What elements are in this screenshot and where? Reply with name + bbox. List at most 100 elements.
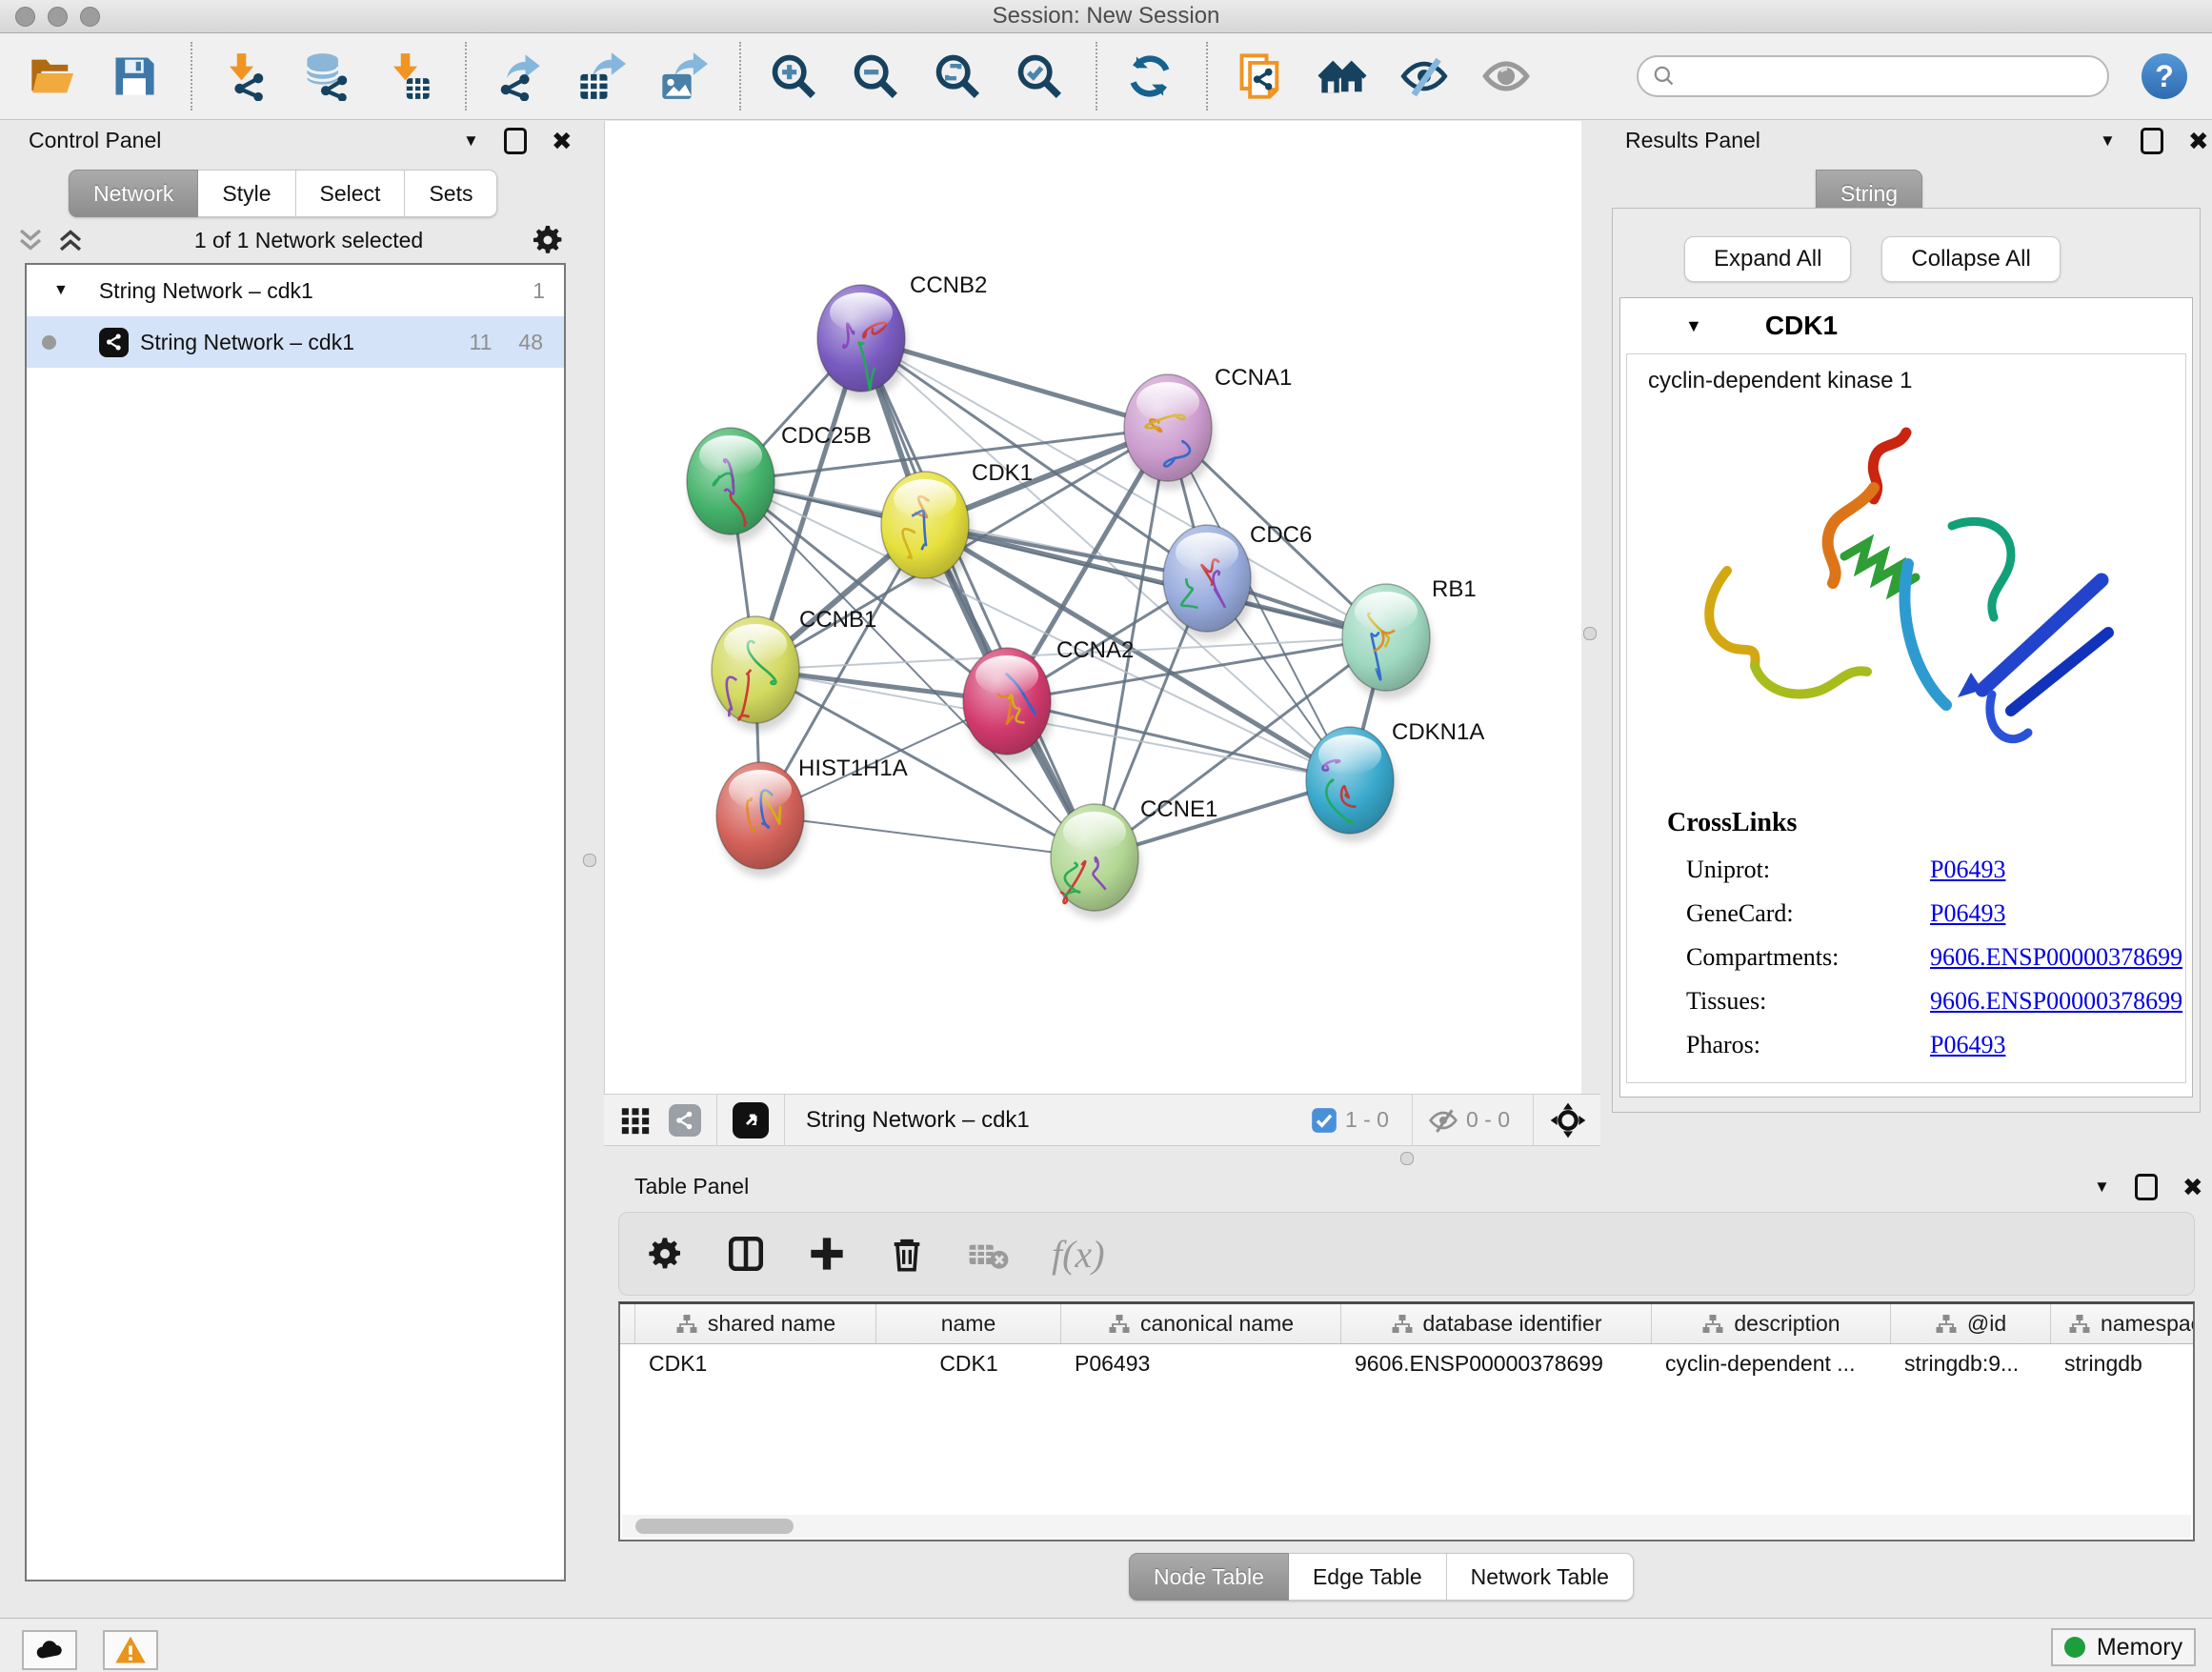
table-cell-description[interactable]: cyclin-dependent ... (1652, 1344, 1891, 1382)
hidden-eye-icon[interactable] (1428, 1105, 1458, 1136)
network-node-ccnb1[interactable] (712, 616, 802, 732)
crosslink-link[interactable]: P06493 (1930, 899, 2005, 928)
tab-network[interactable]: Network (69, 170, 198, 217)
network-node-ccna2[interactable] (963, 648, 1054, 763)
selected-checkbox-icon[interactable] (1311, 1107, 1337, 1134)
crosslink-link[interactable]: 9606.ENSP00000378699 (1930, 943, 2182, 972)
memory-button[interactable]: Memory (2051, 1628, 2196, 1666)
crosslink-link[interactable]: 9606.ENSP00000378699 (1930, 987, 2182, 1016)
tree-disclosure-icon[interactable]: ▼ (53, 282, 69, 299)
table-cell-namespace[interactable]: stringdb (2051, 1344, 2195, 1382)
export-network-button[interactable] (493, 50, 545, 102)
network-node-cdkn1a[interactable] (1306, 727, 1397, 842)
delete-table-button[interactable] (968, 1233, 1010, 1275)
function-builder-button[interactable]: f(x) (1052, 1232, 1105, 1277)
column-header-canonical-name[interactable]: canonical name (1061, 1304, 1341, 1343)
crosslink-link[interactable]: P06493 (1930, 1031, 2005, 1059)
network-canvas[interactable]: CCNB2CCNA1CDC25BCDK1CDC6RB1CCNB1CCNA2CDK… (604, 121, 1581, 1094)
warnings-button[interactable] (103, 1630, 158, 1670)
right-splitter-handle[interactable] (1583, 627, 1597, 640)
table-cell-database-identifier[interactable]: 9606.ENSP00000378699 (1341, 1344, 1652, 1382)
network-edge[interactable] (1007, 701, 1350, 780)
table-cell--id[interactable]: stringdb:9... (1891, 1344, 2051, 1382)
network-edge[interactable] (760, 816, 1095, 857)
column-header-namespace[interactable]: namespace (2051, 1304, 2195, 1343)
horizontal-splitter[interactable] (572, 1147, 2212, 1168)
table-tab-edge-table[interactable]: Edge Table (1289, 1553, 1447, 1601)
first-neighbors-button[interactable] (1317, 50, 1368, 102)
show-columns-button[interactable] (726, 1234, 766, 1274)
node-result-header[interactable]: ▼ CDK1 (1620, 298, 2192, 353)
network-node-ccna1[interactable] (1124, 374, 1215, 490)
collapse-all-button[interactable]: Collapse All (1881, 236, 2060, 282)
horizontal-scrollbar[interactable] (622, 1515, 2191, 1538)
table-row[interactable]: CDK1CDK1P064939606.ENSP00000378699cyclin… (620, 1344, 2193, 1382)
zoom-selected-button[interactable] (1014, 50, 1065, 102)
collapse-panel-icon[interactable]: ▼ (2094, 1178, 2110, 1197)
expand-all-button[interactable]: Expand All (1684, 236, 1851, 282)
close-panel-icon[interactable]: ✖ (2188, 131, 2209, 151)
save-session-button[interactable] (109, 50, 160, 102)
refresh-view-button[interactable] (1124, 50, 1176, 102)
zoom-fit-button[interactable] (932, 50, 983, 102)
export-table-button[interactable] (575, 50, 627, 102)
cloud-status-button[interactable] (22, 1630, 77, 1670)
network-collection-row[interactable]: ▼ String Network – cdk1 1 (27, 265, 564, 316)
tab-sets[interactable]: Sets (405, 170, 497, 217)
open-in-window-button[interactable] (733, 1102, 769, 1138)
hide-selected-button[interactable] (1398, 50, 1450, 102)
search-input[interactable] (1677, 62, 2061, 91)
chevron-down-icon[interactable]: ▼ (1685, 316, 1702, 336)
table-settings-button[interactable] (646, 1235, 684, 1273)
float-panel-icon[interactable] (2135, 1174, 2158, 1200)
expand-all-icon[interactable] (54, 224, 87, 256)
gear-icon[interactable] (531, 223, 565, 257)
import-network-database-button[interactable] (301, 50, 352, 102)
network-node-hist1h1a[interactable] (716, 762, 807, 877)
import-network-file-button[interactable] (219, 50, 271, 102)
open-session-button[interactable] (27, 50, 78, 102)
collapse-panel-icon[interactable]: ▼ (463, 131, 479, 151)
table-cell-canonical-name[interactable]: P06493 (1061, 1344, 1341, 1382)
close-panel-icon[interactable]: ✖ (2182, 1177, 2203, 1198)
collapse-all-icon[interactable] (14, 224, 47, 256)
close-panel-icon[interactable]: ✖ (552, 131, 573, 151)
tab-style[interactable]: Style (198, 170, 295, 217)
network-node-ccnb2[interactable] (817, 285, 908, 400)
network-row-selected[interactable]: String Network – cdk1 11 48 (27, 316, 564, 368)
column-header-database-identifier[interactable]: database identifier (1341, 1304, 1652, 1343)
zoom-out-button[interactable] (850, 50, 901, 102)
table-tab-network-table[interactable]: Network Table (1447, 1553, 1634, 1601)
column-header-description[interactable]: description (1652, 1304, 1891, 1343)
delete-column-button[interactable] (888, 1235, 926, 1273)
fit-content-crosshair-icon[interactable] (1549, 1101, 1587, 1139)
add-column-button[interactable] (808, 1235, 846, 1273)
table-cell-shared-name[interactable]: CDK1 (635, 1344, 876, 1382)
network-node-cdk1[interactable] (881, 472, 972, 587)
column-header-shared-name[interactable]: shared name (635, 1304, 876, 1343)
table-tab-node-table[interactable]: Node Table (1129, 1553, 1289, 1601)
zoom-in-button[interactable] (768, 50, 819, 102)
float-panel-icon[interactable] (504, 128, 527, 154)
export-image-button[interactable] (657, 50, 709, 102)
scrollbar-thumb[interactable] (635, 1519, 794, 1534)
column-header--id[interactable]: @id (1891, 1304, 2051, 1343)
table-cell-name[interactable]: CDK1 (876, 1344, 1061, 1382)
new-network-from-selection-button[interactable] (1235, 50, 1286, 102)
network-overview-icon[interactable] (669, 1104, 701, 1137)
birds-eye-grid-icon[interactable] (619, 1104, 652, 1137)
network-node-ccne1[interactable] (1051, 804, 1141, 919)
float-panel-icon[interactable] (2141, 128, 2163, 154)
collapse-panel-icon[interactable]: ▼ (2100, 131, 2116, 151)
left-splitter-handle[interactable] (583, 854, 596, 867)
help-button[interactable]: ? (2142, 53, 2187, 99)
network-node-cdc25b[interactable] (687, 428, 777, 543)
show-all-button[interactable] (1480, 50, 1532, 102)
network-node-rb1[interactable] (1342, 584, 1433, 699)
tab-select[interactable]: Select (296, 170, 406, 217)
node-table[interactable]: shared namenamecanonical namedatabase id… (618, 1301, 2195, 1541)
import-table-button[interactable] (383, 50, 434, 102)
column-header-name[interactable]: name (876, 1304, 1061, 1343)
crosslink-link[interactable]: P06493 (1930, 856, 2005, 884)
horizontal-splitter-handle[interactable] (1400, 1152, 1414, 1165)
